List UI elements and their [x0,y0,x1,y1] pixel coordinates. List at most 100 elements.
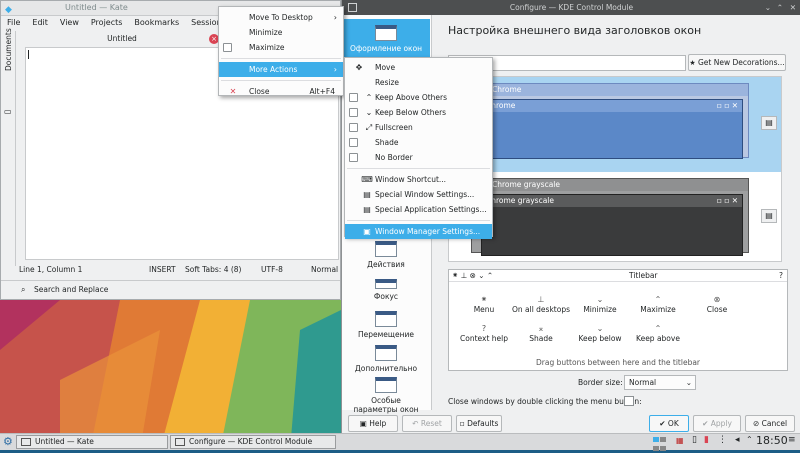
titlebar-help-marker[interactable]: ? [779,270,783,282]
button-label: Maximize [640,305,676,314]
menu-bookmarks[interactable]: Bookmarks [128,16,185,30]
panel-settings-icon[interactable]: ≡ [788,435,796,445]
theme-name: Chrome [492,85,522,94]
preview-window-buttons: ▫ ▫ ✕ [716,101,738,110]
theme-name: Chrome grayscale [492,180,561,189]
menu-item-window-shortcut[interactable]: ⌨ Window Shortcut... [345,172,492,187]
volume-icon[interactable]: ◂ [735,435,740,445]
menu-item-move-to-desktop[interactable]: Move To Desktop › [219,10,343,25]
menu-item-label: Keep Above Others [375,93,448,102]
border-size-label: Border size: [578,378,623,387]
kate-window-title: Untitled — Kate [65,3,128,12]
menu-item-no-border[interactable]: No Border [345,150,492,165]
syntax-mode[interactable]: Normal [311,265,338,274]
menu-projects[interactable]: Projects [85,16,129,30]
task-configure[interactable]: Configure — KDE Control Module [170,435,336,449]
sidebar-item-window-rules[interactable]: Особые параметры окон [342,377,430,414]
cancel-button[interactable]: ⊘ Cancel [745,415,795,432]
close-icon[interactable]: ✕ [790,0,796,15]
menu-item-maximize[interactable]: Maximize [219,40,343,55]
titlebar-button-editor[interactable]: ⁕ ⊥ ⊗ ⌄ ⌃ Titlebar ? ⁕ Menu ⊥ On all deskt… [448,269,788,371]
titlebar-label: Titlebar [629,271,658,280]
menu-item-resize[interactable]: Resize [345,75,492,90]
theme-item-chrome-grayscale[interactable]: Chrome grayscale Chrome grayscale ▫ ▫ ✕ … [449,172,781,261]
menu-item-special-application-settings[interactable]: ▤ Special Application Settings... [345,202,492,217]
titlebar-button-row-left[interactable]: ⁕ ⊥ ⊗ ⌄ ⌃ [452,270,493,282]
get-new-decorations-button[interactable]: ★ Get New Decorations... [688,54,786,71]
menu-item-window-manager-settings[interactable]: ▣ Window Manager Settings... [345,224,492,239]
menu-item-label: No Border [375,153,413,162]
decoration-list[interactable]: Chrome Chrome ▫ ▫ ✕ ▤ Chrome grayscale C… [448,76,782,262]
sidebar-item-moving[interactable]: Перемещение [342,311,430,345]
clipboard-icon[interactable]: ▯ [692,435,697,445]
defaults-button[interactable]: ▫ Defaults [456,415,502,432]
indentation-mode[interactable]: Soft Tabs: 4 (8) [185,265,241,274]
window-icon [21,438,31,446]
button-keep-above[interactable]: ⌃ Keep above [623,324,693,343]
task-kate[interactable]: Untitled — Kate [16,435,168,449]
cursor-position[interactable]: Line 1, Column 1 [19,265,82,274]
menu-item-label: More Actions [249,65,298,74]
network-icon[interactable]: ⋮ [718,435,727,445]
apply-button[interactable]: ✔ Apply [693,415,741,432]
theme-preview-titlebar: Chrome grayscale [472,179,748,191]
menu-item-more-actions[interactable]: More Actions › [219,62,343,77]
sidebar-item-window-decorations[interactable]: Оформление окон [342,19,430,59]
application-launcher-icon[interactable]: ⚙ [3,435,13,448]
menu-item-label: Move To Desktop [249,13,313,22]
sidebar-item-label: Действия [367,260,405,269]
kate-app-icon[interactable]: ◆ [5,3,12,17]
maximize-icon[interactable]: ⌃ [777,0,783,15]
shortcut-icon: ⌨ [361,175,373,184]
menu-item-move[interactable]: ✥ Move [345,60,492,75]
minimize-icon[interactable]: ⌄ [765,0,771,15]
keyboard-layout-flag-icon[interactable]: ▦ [676,436,684,445]
sidebar-item-focus[interactable]: Фокус [342,279,430,307]
menu-item-label: Minimize [249,28,283,37]
menu-item-fullscreen[interactable]: ⤢ Fullscreen [345,120,492,135]
ok-button[interactable]: ✔ OK [649,415,689,432]
sidebar-item-label: Перемещение [358,330,414,339]
sidebar-item-label: Фокус [373,292,399,301]
menu-item-shade[interactable]: Shade [345,135,492,150]
menu-item-keep-above[interactable]: ⌃ Keep Above Others [345,90,492,105]
sidebar-item-advanced[interactable]: Дополнительно [342,345,430,379]
encoding[interactable]: UTF-8 [261,265,283,274]
menu-item-label: Keep Below Others [375,108,447,117]
configure-theme-button[interactable]: ▤ [761,116,777,130]
close-dblclick-checkbox[interactable] [624,396,634,406]
sidebar-item-actions[interactable]: Действия [342,241,430,275]
star-icon: ★ [689,59,696,67]
tray-expand-icon[interactable]: ⌃ [746,435,753,444]
battery-icon[interactable]: ▮ [704,435,709,445]
menu-edit[interactable]: Edit [26,16,54,30]
defaults-icon: ▫ [459,419,465,428]
documents-side-tab[interactable]: Documents ▭ [1,28,16,266]
border-size-select[interactable]: Normal ⌄ [624,375,696,390]
theme-item-chrome[interactable]: Chrome Chrome ▫ ▫ ✕ ▤ [449,77,781,172]
document-tab[interactable]: Untitled [25,32,219,46]
menu-item-label: Close [249,87,270,96]
titlebar-preview[interactable]: ⁕ ⊥ ⊗ ⌄ ⌃ Titlebar ? [449,270,787,282]
button-label: Minimize [583,305,617,314]
search-replace-bar[interactable]: ⌕ Search and Replace [1,280,340,300]
menu-view[interactable]: View [54,16,85,30]
config-titlebar[interactable]: Configure — KDE Control Module ⌄ ⌃ ✕ [342,0,800,15]
button-label: Keep below [578,334,622,343]
keep-above-icon: ⌃ [654,324,662,333]
button-close[interactable]: ⊗ Close [682,295,752,314]
menu-item-keep-below[interactable]: ⌄ Keep Below Others [345,105,492,120]
reset-button[interactable]: ↶ Reset [402,415,452,432]
check-icon: ✔ [659,419,666,428]
menu-item-label: Window Manager Settings... [375,227,481,236]
clock[interactable]: 18:50 [756,434,788,447]
help-button[interactable]: ▣ Help [348,415,398,432]
button-label: Close [706,305,728,314]
configure-theme-button[interactable]: ▤ [761,209,777,223]
input-mode[interactable]: INSERT [149,265,176,274]
menu-item-close[interactable]: ✕ Close Alt+F4 [219,84,343,99]
pager[interactable] [653,435,667,451]
window-menu-icon[interactable] [348,3,357,12]
menu-item-special-window-settings[interactable]: ▤ Special Window Settings... [345,187,492,202]
menu-item-minimize[interactable]: Minimize [219,25,343,40]
